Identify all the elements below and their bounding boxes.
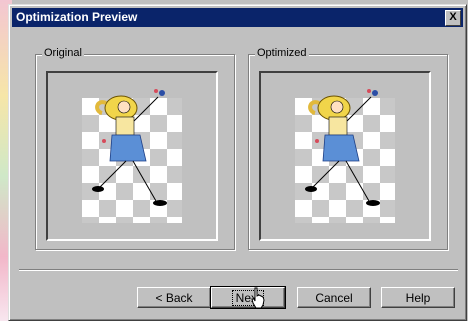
original-group: Original [35,47,235,250]
help-button[interactable]: Help [381,287,455,308]
optimization-preview-dialog: Optimization Preview X Original Optimize… [8,4,467,321]
original-preview [46,71,218,241]
back-button[interactable]: < Back [137,287,211,308]
button-separator [19,269,458,271]
original-label: Original [42,47,84,59]
close-button[interactable]: X [445,10,461,26]
help-button-label: Help [405,290,431,305]
title-bar: Optimization Preview X [12,8,463,27]
cancel-button-label: Cancel [315,290,353,305]
back-button-label: < Back [155,290,193,305]
dialog-title: Optimization Preview [16,10,138,24]
optimized-label: Optimized [255,47,309,59]
cancel-button[interactable]: Cancel [297,287,371,308]
optimized-preview [259,71,431,241]
optimized-group: Optimized [248,47,448,250]
close-icon: X [449,11,457,23]
next-button[interactable]: Next [210,286,286,309]
girl-clipart-image [92,89,167,206]
hand-pointer-icon [251,287,265,309]
girl-clipart-image-optimized [305,89,380,206]
